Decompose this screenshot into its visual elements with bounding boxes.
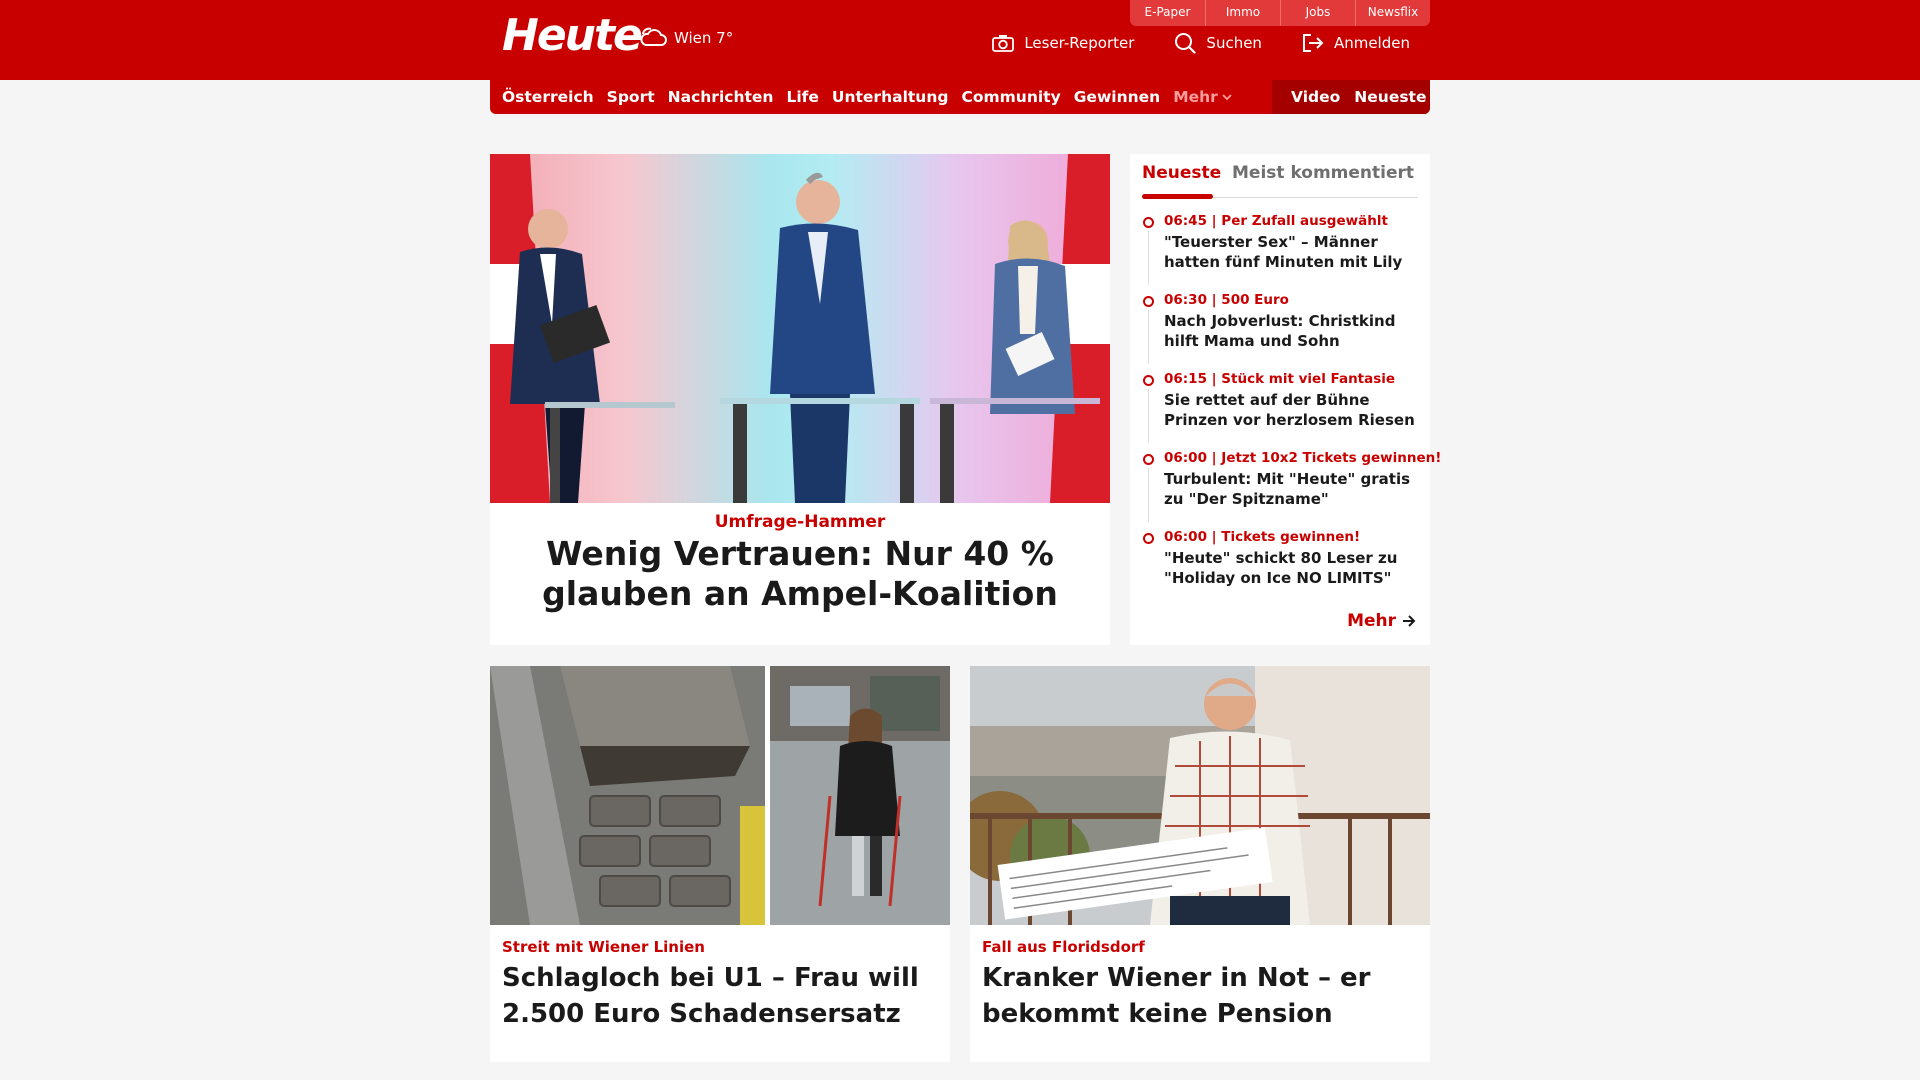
camera-icon — [992, 35, 1015, 52]
nav-more-label: Mehr — [1173, 88, 1218, 106]
feed-item-title[interactable]: Nach Jobverlust: Christkind hilft Mama u… — [1164, 311, 1424, 351]
article-headline[interactable]: Schlagloch bei U1 – Frau will 2.500 Euro… — [502, 960, 932, 1032]
feed-item-meta: 06:30 | 500 Euro — [1164, 292, 1289, 308]
nav-item-community[interactable]: Community — [961, 88, 1060, 106]
nav-item-gewinnen[interactable]: Gewinnen — [1074, 88, 1160, 106]
feed-item[interactable]: 06:45 | Per Zufall ausgewählt "Teuerster… — [1142, 212, 1424, 291]
timeline-dot — [1143, 217, 1154, 228]
card1-photo-illustration — [490, 666, 950, 925]
nav-item-sport[interactable]: Sport — [607, 88, 655, 106]
feed-item-meta: 06:00 | Tickets gewinnen! — [1164, 529, 1361, 545]
header-inner: Heute Wien 7° E-Paper Immo Jobs Newsflix… — [490, 0, 1430, 80]
timeline-line — [1148, 389, 1149, 443]
top-links: E-Paper Immo Jobs Newsflix — [1130, 0, 1430, 26]
search-icon — [1175, 33, 1197, 54]
feed-item-title[interactable]: Sie rettet auf der Bühne Prinzen vor her… — [1164, 390, 1424, 430]
timeline-dot — [1143, 454, 1154, 465]
timeline-line — [1148, 231, 1149, 285]
tab-meist-kommentiert[interactable]: Meist kommentiert — [1232, 163, 1414, 183]
nav-more-dropdown[interactable]: Mehr — [1173, 88, 1232, 106]
leser-reporter-label: Leser-Reporter — [1024, 34, 1135, 52]
arrow-right-icon — [1403, 615, 1416, 627]
article-kicker: Streit mit Wiener Linien — [502, 938, 705, 956]
heute-logo[interactable]: Heute — [502, 10, 643, 61]
article-image — [970, 666, 1430, 925]
nav-item-unterhaltung[interactable]: Unterhaltung — [832, 88, 949, 106]
article-image — [490, 666, 950, 925]
nav-item-oesterreich[interactable]: Österreich — [502, 88, 594, 106]
login-icon — [1302, 34, 1324, 52]
main-navigation: Österreich Sport Nachrichten Life Unterh… — [490, 80, 1430, 114]
feed-item-title[interactable]: "Heute" schickt 80 Leser zu "Holiday on … — [1164, 548, 1424, 588]
nav-item-video[interactable]: Video — [1291, 88, 1340, 106]
active-tab-indicator — [1142, 194, 1213, 199]
weather-widget[interactable]: Wien 7° — [638, 26, 733, 50]
feed-item-title[interactable]: "Teuerster Sex" – Männer hatten fünf Min… — [1164, 232, 1424, 272]
more-news-label: Mehr — [1347, 611, 1396, 631]
nav-item-nachrichten[interactable]: Nachrichten — [668, 88, 774, 106]
latest-news-sidebar: Neueste Meist kommentiert 06:45 | Per Zu… — [1130, 154, 1442, 645]
feed-item[interactable]: 06:00 | Jetzt 10x2 Tickets gewinnen! Tur… — [1142, 449, 1442, 528]
article-kicker: Fall aus Floridsdorf — [982, 938, 1145, 956]
nav-item-neueste[interactable]: Neueste — [1354, 88, 1426, 106]
timeline-dot — [1143, 296, 1154, 307]
header-actions: Leser-Reporter Suchen Anmelden — [952, 32, 1410, 54]
leser-reporter-button[interactable]: Leser-Reporter — [992, 34, 1134, 52]
article-headline[interactable]: Kranker Wiener in Not – er bekommt keine… — [982, 960, 1412, 1032]
feed-item[interactable]: 06:30 | 500 Euro Nach Jobverlust: Christ… — [1142, 291, 1424, 370]
article-card[interactable]: Fall aus Floridsdorf Kranker Wiener in N… — [970, 666, 1430, 1062]
login-button[interactable]: Anmelden — [1302, 33, 1410, 53]
feed-item-meta: 06:15 | Stück mit viel Fantasie — [1164, 371, 1396, 387]
news-feed: 06:45 | Per Zufall ausgewählt "Teuerster… — [1142, 212, 1442, 607]
nav-right-group: Video Neueste — [1272, 80, 1430, 114]
hero-headline[interactable]: Wenig Vertrauen: Nur 40 % glauben an Amp… — [500, 534, 1100, 614]
tab-neueste[interactable]: Neueste — [1142, 163, 1221, 183]
feed-item-meta: 06:00 | Jetzt 10x2 Tickets gewinnen! — [1164, 450, 1442, 466]
weather-cloud-icon — [640, 27, 667, 46]
site-header: Heute Wien 7° E-Paper Immo Jobs Newsflix… — [0, 0, 1920, 80]
hero-image — [490, 154, 1110, 503]
feed-item[interactable]: 06:00 | Tickets gewinnen! "Heute" schick… — [1142, 528, 1424, 607]
top-link-immo[interactable]: Immo — [1205, 0, 1280, 26]
top-link-epaper[interactable]: E-Paper — [1130, 0, 1205, 26]
search-label: Suchen — [1206, 34, 1262, 52]
weather-label: Wien 7° — [674, 29, 734, 47]
feed-item-meta: 06:45 | Per Zufall ausgewählt — [1164, 213, 1388, 229]
top-link-newsflix[interactable]: Newsflix — [1355, 0, 1430, 26]
feed-item[interactable]: 06:15 | Stück mit viel Fantasie Sie rett… — [1142, 370, 1424, 449]
nav-items: Österreich Sport Nachrichten Life Unterh… — [502, 80, 1245, 114]
top-link-jobs[interactable]: Jobs — [1280, 0, 1355, 26]
timeline-dot — [1143, 375, 1154, 386]
login-label: Anmelden — [1333, 34, 1410, 52]
timeline-dot — [1143, 533, 1154, 544]
hero-kicker: Umfrage-Hammer — [714, 512, 886, 532]
more-news-link[interactable]: Mehr — [1347, 611, 1416, 631]
nav-item-life[interactable]: Life — [786, 88, 818, 106]
feed-item-title[interactable]: Turbulent: Mit "Heute" gratis zu "Der Sp… — [1164, 469, 1424, 509]
timeline-line — [1148, 310, 1149, 364]
article-card[interactable]: Streit mit Wiener Linien Schlagloch bei … — [490, 666, 950, 1062]
card2-photo-illustration — [970, 666, 1430, 925]
timeline-line — [1148, 468, 1149, 522]
sidebar-tabs: Neueste Meist kommentiert — [1142, 154, 1418, 199]
search-button[interactable]: Suchen — [1174, 32, 1262, 54]
hero-article[interactable]: Umfrage-Hammer Wenig Vertrauen: Nur 40 %… — [490, 154, 1110, 645]
hero-photo-illustration — [490, 154, 1110, 503]
chevron-down-icon — [1222, 94, 1232, 101]
